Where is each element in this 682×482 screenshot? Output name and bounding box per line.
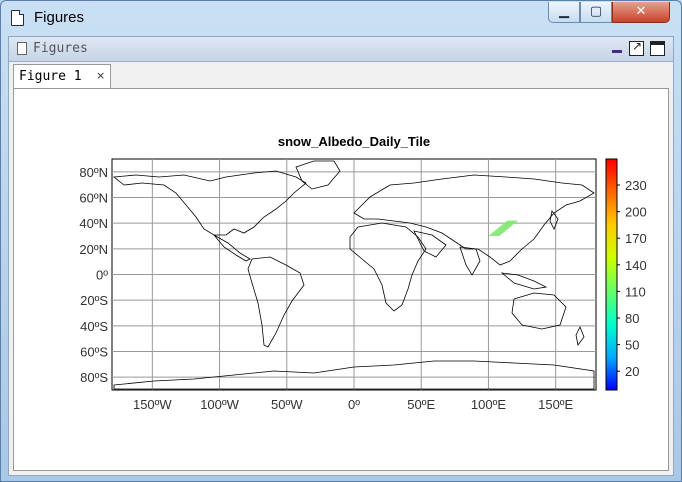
- tab-figure-1[interactable]: Figure 1 ×: [13, 64, 111, 89]
- tab-close-icon[interactable]: ×: [96, 69, 105, 82]
- colorbar: 230 200 170 140 110 80 50 20: [605, 158, 647, 391]
- undock-button[interactable]: [629, 39, 644, 56]
- figure-canvas: snow_Albedo_Daily_Tile 150ºW 100ºW 50ºW …: [13, 88, 669, 471]
- document-icon: [17, 42, 27, 55]
- colorbar-tick-label: 20: [625, 364, 639, 379]
- panel-minimize-button[interactable]: [610, 41, 625, 56]
- map-area: [111, 158, 597, 391]
- colorbar-tick-label: 200: [625, 205, 647, 220]
- x-axis-ticks: 150ºW 100ºW 50ºW 0º 50ºE 100ºE 150ºE: [133, 397, 574, 412]
- y-tick-label: 60ºN: [79, 191, 108, 206]
- window-title: Figures: [34, 9, 85, 26]
- y-tick-label: 20ºN: [79, 242, 108, 257]
- y-tick-label: 80ºN: [79, 165, 108, 180]
- figures-panel: Figures Figure 1 × snow_Albedo_Daily_Til…: [8, 36, 674, 476]
- tab-label: Figure 1: [19, 69, 82, 84]
- x-tick-label: 50ºW: [271, 397, 303, 412]
- y-tick-label: 80ºS: [80, 370, 108, 385]
- document-icon: [11, 10, 24, 26]
- close-button[interactable]: ✕: [612, 2, 670, 23]
- maximize-button[interactable]: ▢: [580, 2, 612, 23]
- panel-maximize-button[interactable]: [650, 41, 665, 56]
- chart-title: snow_Albedo_Daily_Tile: [278, 134, 430, 149]
- maximize-icon: ▢: [589, 4, 603, 19]
- y-tick-label: 20ºS: [80, 293, 108, 308]
- colorbar-bar: [605, 158, 618, 391]
- close-icon: ✕: [635, 4, 647, 19]
- x-tick-label: 150ºW: [133, 397, 172, 412]
- y-axis-ticks: 80ºN 60ºN 40ºN 20ºN 0º 20ºS 40ºS 60ºS 80ºS: [79, 165, 108, 385]
- colorbar-tick-label: 50: [625, 338, 639, 353]
- colorbar-tick-label: 230: [625, 178, 647, 193]
- y-tick-label: 40ºS: [80, 319, 108, 334]
- minimize-icon: ▁: [559, 4, 569, 19]
- y-tick-label: 60ºS: [80, 345, 108, 360]
- x-tick-label: 150ºE: [538, 397, 573, 412]
- x-tick-label: 100ºE: [471, 397, 506, 412]
- colorbar-tick-label: 80: [625, 311, 639, 326]
- colorbar-tick-label: 110: [625, 284, 646, 299]
- colorbar-tick-label: 170: [625, 231, 647, 246]
- map-chart: snow_Albedo_Daily_Tile 150ºW 100ºW 50ºW …: [79, 134, 647, 412]
- x-tick-label: 0º: [348, 397, 360, 412]
- window-titlebar[interactable]: Figures ▁ ▢ ✕: [1, 1, 681, 35]
- figures-window: Figures ▁ ▢ ✕ Figures Figure 1 × snow_Al…: [0, 0, 682, 482]
- panel-title: Figures: [33, 41, 88, 56]
- panel-header: Figures: [9, 37, 673, 62]
- x-tick-label: 100ºW: [200, 397, 239, 412]
- y-tick-label: 0º: [96, 268, 108, 283]
- x-tick-label: 50ºE: [407, 397, 435, 412]
- y-tick-label: 40ºN: [79, 216, 108, 231]
- colorbar-tick-label: 140: [625, 258, 647, 273]
- minimize-button[interactable]: ▁: [548, 2, 580, 23]
